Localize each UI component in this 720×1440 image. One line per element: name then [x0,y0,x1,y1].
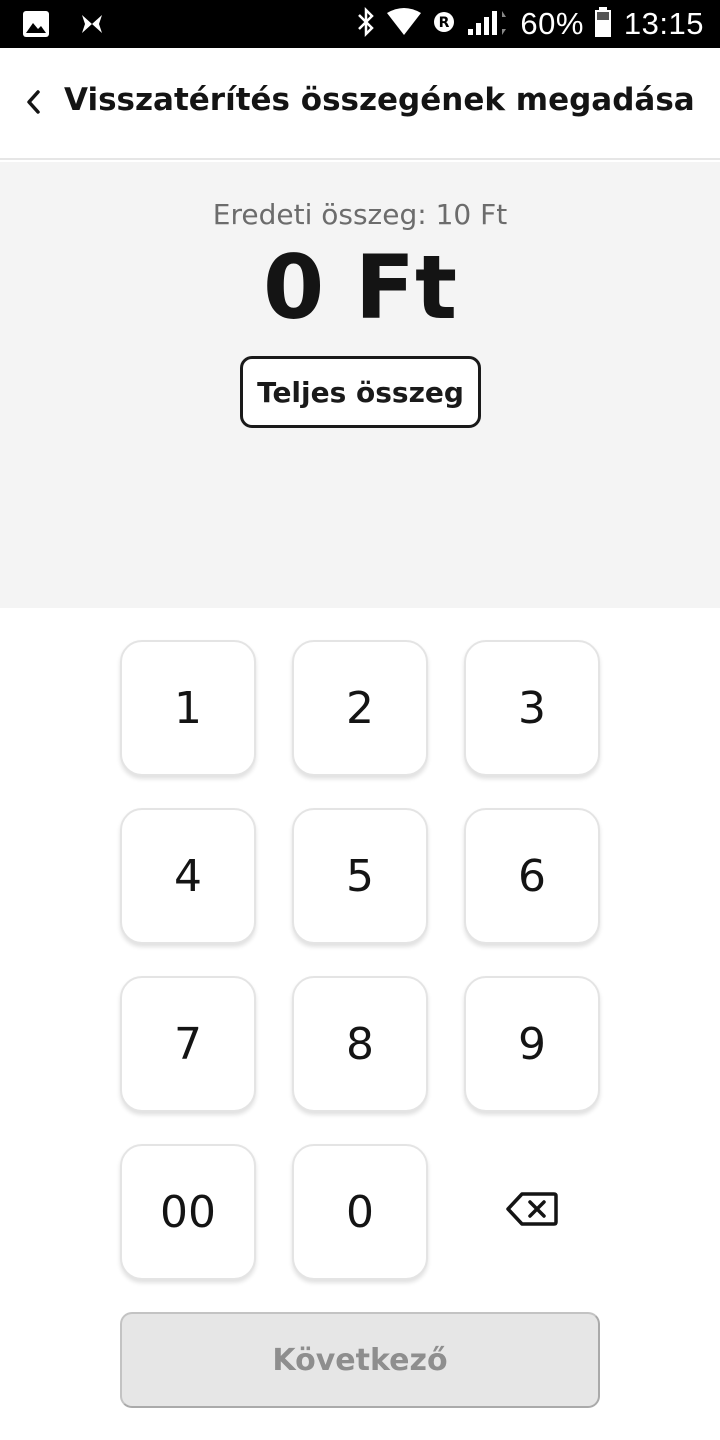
original-amount-label: Eredeti összeg: 10 Ft [212,198,508,231]
key-7[interactable]: 7 [120,976,256,1112]
chevron-left-icon [24,88,44,120]
full-amount-button[interactable]: Teljes összeg [240,356,481,428]
app-bar: Visszatérítés összegének megadása [0,48,720,160]
wifi-icon [386,7,422,41]
refund-amount-display: 0 Ft [262,236,458,339]
key-1[interactable]: 1 [120,640,256,776]
signal-icon [466,7,510,41]
backspace-icon [506,1187,558,1238]
key-5[interactable]: 5 [292,808,428,944]
battery-icon [594,6,612,42]
clock: 13:15 [623,6,704,41]
back-button[interactable] [14,78,54,130]
image-icon [22,10,50,42]
app-notification-icon [80,12,104,40]
page-title: Visszatérítés összegének megadása [64,82,695,118]
bluetooth-icon [356,6,376,42]
key-00[interactable]: 00 [120,1144,256,1280]
key-6[interactable]: 6 [464,808,600,944]
key-2[interactable]: 2 [292,640,428,776]
next-button[interactable]: Következő [120,1312,600,1408]
roaming-icon: R [432,10,456,38]
status-bar: R 60% 13:15 [0,0,720,48]
key-0[interactable]: 0 [292,1144,428,1280]
key-3[interactable]: 3 [464,640,600,776]
key-8[interactable]: 8 [292,976,428,1112]
amount-panel: Eredeti összeg: 10 Ft 0 Ft Teljes összeg [0,162,720,608]
battery-percent: 60% [520,6,584,41]
key-4[interactable]: 4 [120,808,256,944]
backspace-button[interactable] [464,1144,600,1280]
key-9[interactable]: 9 [464,976,600,1112]
svg-text:R: R [439,15,450,31]
